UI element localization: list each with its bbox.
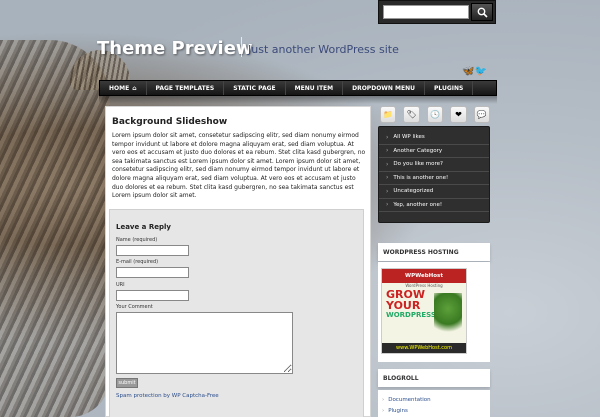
blogroll-label: Documentation bbox=[388, 396, 431, 403]
nav-item-label: STATIC PAGE bbox=[233, 84, 276, 92]
clock-icon[interactable]: 🕓 bbox=[426, 106, 444, 123]
category-item[interactable]: › All WP likes bbox=[379, 131, 489, 145]
hosting-ad-banner[interactable]: WPWebHost WordPress Hosting GROW YOUR WOR… bbox=[381, 268, 467, 354]
nav-item-label: DROPDOWN MENU bbox=[352, 84, 415, 92]
folder-icon[interactable]: 📁 bbox=[380, 106, 397, 123]
spam-protection-link[interactable]: Spam protection by WP Captcha-Free bbox=[116, 393, 219, 399]
category-list: › All WP likes › Another Category › Do you … bbox=[378, 126, 490, 223]
chevron-right-icon: › bbox=[386, 187, 389, 195]
category-label: All WP likes bbox=[393, 134, 425, 141]
nav-item-page-templates[interactable]: PAGE TEMPLATES bbox=[147, 81, 225, 95]
chevron-right-icon: › bbox=[386, 160, 389, 168]
search-button[interactable] bbox=[471, 3, 493, 21]
comments-icon[interactable]: 💬 bbox=[473, 106, 491, 123]
ad-brand: WPWebHost bbox=[382, 269, 466, 283]
chevron-right-icon: › bbox=[386, 147, 389, 155]
blogroll-link[interactable]: › Plugins bbox=[378, 405, 490, 416]
category-label: Uncategorized bbox=[393, 188, 434, 195]
search-bar bbox=[378, 0, 496, 24]
main-content: Background Slideshow Lorem ipsum dolor s… bbox=[105, 106, 371, 417]
chevron-right-icon: › bbox=[386, 133, 389, 141]
nav-shadow bbox=[99, 96, 497, 104]
nav-item-static-page[interactable]: STATIC PAGE bbox=[224, 81, 286, 95]
main-navigation: HOME ⌂ PAGE TEMPLATES STATIC PAGE MENU I… bbox=[99, 80, 497, 96]
heart-icon[interactable]: ❤ bbox=[450, 106, 467, 123]
nav-item-label: HOME bbox=[109, 84, 130, 92]
comment-label: Your Comment bbox=[116, 304, 153, 310]
name-field[interactable] bbox=[116, 245, 189, 256]
nav-item-home[interactable]: HOME ⌂ bbox=[100, 81, 147, 95]
comment-form: Leave a Reply Name (required) E-mail (re… bbox=[109, 209, 364, 417]
post-title[interactable]: Background Slideshow bbox=[112, 117, 227, 127]
name-label: Name (required) bbox=[116, 237, 158, 243]
site-title[interactable]: Theme Preview bbox=[97, 38, 253, 59]
chevron-right-icon: › bbox=[382, 396, 385, 403]
ad-brand-text: WPWebHost bbox=[405, 273, 443, 279]
chevron-right-icon: › bbox=[382, 407, 385, 414]
background-photo-fur bbox=[0, 40, 110, 417]
nav-item-label: MENU ITEM bbox=[294, 84, 334, 92]
category-label: Yep, another one! bbox=[393, 201, 443, 208]
ad-grow-text: GROW YOUR bbox=[386, 289, 425, 311]
uri-field[interactable] bbox=[116, 290, 189, 301]
hosting-widget: WPWebHost WordPress Hosting GROW YOUR WOR… bbox=[378, 262, 490, 362]
nav-item-menu-item[interactable]: MENU ITEM bbox=[286, 81, 344, 95]
nav-item-label: PLUGINS bbox=[433, 84, 464, 92]
search-icon bbox=[477, 7, 488, 18]
widget-title-hosting: WORDPRESS HOSTING bbox=[378, 243, 490, 261]
category-label: This is another one! bbox=[393, 174, 449, 181]
sidebar-icon-row: 📁 🏷 🕓 ❤ 💬 bbox=[378, 106, 491, 126]
ad-url: www.WPWebHost.com bbox=[382, 343, 466, 353]
chevron-right-icon: › bbox=[386, 201, 389, 209]
category-label: Do you like more? bbox=[393, 161, 443, 168]
nav-item-plugins[interactable]: PLUGINS bbox=[425, 81, 474, 95]
blogroll-label: Plugins bbox=[388, 407, 408, 414]
uri-label: URI bbox=[116, 282, 125, 288]
post-body: Lorem ipsum dolor sit amet, consetetur s… bbox=[112, 132, 366, 200]
category-item[interactable]: › Yep, another one! bbox=[379, 199, 489, 212]
ad-wordpress-text: WORDPRESS bbox=[386, 311, 436, 319]
decoration-icons: 🦋🐦 bbox=[462, 66, 487, 77]
category-item[interactable]: › Uncategorized bbox=[379, 185, 489, 199]
blogroll-link[interactable]: › Documentation bbox=[378, 394, 490, 405]
comment-form-heading: Leave a Reply bbox=[116, 223, 171, 231]
blogroll-widget: › Documentation › Plugins bbox=[378, 390, 490, 417]
ad-plant-graphic bbox=[434, 293, 462, 345]
widget-title-blogroll: BLOGROLL bbox=[378, 369, 490, 387]
category-item[interactable]: › Do you like more? bbox=[379, 158, 489, 172]
category-item[interactable]: › Another Category bbox=[379, 145, 489, 158]
nav-item-label: PAGE TEMPLATES bbox=[155, 84, 215, 92]
submit-button[interactable]: submit bbox=[116, 378, 138, 388]
tag-icon[interactable]: 🏷 bbox=[403, 106, 420, 123]
email-label: E-mail (required) bbox=[116, 259, 159, 265]
title-divider bbox=[241, 37, 242, 57]
home-icon: ⌂ bbox=[132, 84, 137, 92]
nav-item-dropdown-menu[interactable]: DROPDOWN MENU bbox=[343, 81, 425, 95]
chevron-right-icon: › bbox=[386, 174, 389, 182]
site-description: Just another WordPress site bbox=[248, 43, 399, 56]
comment-textarea[interactable] bbox=[116, 312, 293, 374]
category-label: Another Category bbox=[393, 147, 443, 154]
sidebar: 📁 🏷 🕓 ❤ 💬 › All WP likes › Another Categor… bbox=[378, 104, 491, 417]
category-item[interactable]: › This is another one! bbox=[379, 172, 489, 185]
search-input[interactable] bbox=[383, 5, 469, 19]
email-field[interactable] bbox=[116, 267, 189, 278]
